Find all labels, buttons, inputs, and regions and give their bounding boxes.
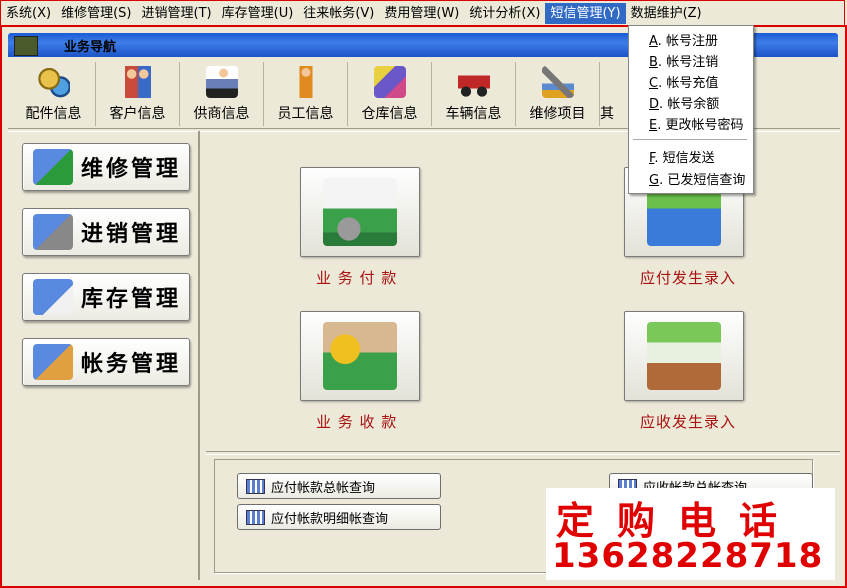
- nav-repair-management-button[interactable]: 维修管理: [22, 143, 190, 191]
- toolbar-label: 仓库信息: [361, 106, 418, 122]
- payable-detail-query-button[interactable]: 应付帐款明细帐查询: [237, 504, 441, 530]
- toolbar-label: 维修项目: [529, 106, 586, 122]
- worker-icon: [289, 66, 322, 98]
- nav-purchase-sales-button[interactable]: 进销管理: [22, 208, 190, 256]
- toolbar-label: 员工信息: [277, 106, 334, 122]
- business-payment-icon: [323, 178, 397, 246]
- menu-expenses[interactable]: 费用管理(W): [379, 3, 464, 24]
- toolbar-label: 客户信息: [109, 106, 166, 122]
- receivable-entry-label: 应收发生录入: [640, 413, 737, 431]
- gears-icon: [37, 66, 70, 98]
- nav-accounting-button[interactable]: 帐务管理: [22, 338, 190, 386]
- menu-item-sent-sms-query[interactable]: G. 已发短信查询: [649, 169, 745, 188]
- menu-item-account-cancel[interactable]: B. 帐号注销: [649, 51, 718, 70]
- toolbar-label: 供商信息: [193, 106, 250, 122]
- toolbar-warehouse-info-button[interactable]: 仓库信息: [348, 62, 432, 126]
- toolbar-vehicle-info-button[interactable]: 车辆信息: [432, 62, 516, 126]
- table-icon: [246, 478, 265, 494]
- nav-label: 进销管理: [81, 221, 182, 247]
- nav-label: 维修管理: [81, 156, 182, 182]
- menu-item-change-password[interactable]: E. 更改帐号密码: [649, 114, 744, 133]
- tools-icon: [541, 66, 574, 98]
- query-label: 应付帐款总帐查询: [271, 480, 376, 496]
- payable-entry-label: 应付发生录入: [640, 269, 737, 287]
- toolbar-customer-info-button[interactable]: 客户信息: [96, 62, 180, 126]
- business-payment-label: 业 务 付 款: [316, 269, 398, 287]
- menu-system[interactable]: 系统(X): [1, 3, 56, 24]
- menu-sms-management[interactable]: 短信管理(Y): [545, 2, 626, 24]
- menu-item-account-register[interactable]: A. 帐号注册: [649, 30, 718, 49]
- query-label: 应付帐款明细帐查询: [271, 511, 389, 527]
- order-phone-banner: 定购电话 13628228718: [546, 488, 835, 580]
- race-car-icon: [457, 66, 490, 98]
- menu-separator: [633, 139, 747, 140]
- business-receipt-tile[interactable]: [300, 311, 420, 401]
- toolbar-label: 配件信息: [25, 106, 82, 122]
- table-icon: [246, 509, 265, 525]
- nav-inventory-button[interactable]: 库存管理: [22, 273, 190, 321]
- business-payment-tile[interactable]: [300, 167, 420, 257]
- menu-accounts[interactable]: 往来帐务(V): [298, 3, 379, 24]
- menu-statistics[interactable]: 统计分析(X): [464, 3, 545, 24]
- menu-purchase-sales[interactable]: 进销管理(T): [137, 3, 217, 24]
- toolbar-supplier-info-button[interactable]: 供商信息: [180, 62, 264, 126]
- left-nav-panel: 维修管理 进销管理 库存管理 帐务管理: [8, 131, 200, 580]
- repair-icon: [33, 149, 73, 185]
- menu-item-account-balance[interactable]: D. 帐号余额: [649, 93, 719, 112]
- toolbar-employee-info-button[interactable]: 员工信息: [264, 62, 348, 126]
- menu-item-send-sms[interactable]: F. 短信发送: [649, 147, 715, 166]
- menu-bar: 系统(X) 维修管理(S) 进销管理(T) 库存管理(U) 往来帐务(V) 费用…: [0, 0, 845, 25]
- nav-label: 库存管理: [81, 286, 182, 312]
- main-divider: [206, 451, 840, 455]
- inventory-icon: [33, 279, 73, 315]
- toolbar-repair-items-button[interactable]: 维修项目: [516, 62, 600, 126]
- menu-inventory[interactable]: 库存管理(U): [217, 3, 299, 24]
- business-receipt-label: 业 务 收 款: [316, 413, 398, 431]
- order-phone-number: 13628228718: [552, 536, 824, 576]
- receivable-entry-icon: [647, 322, 721, 390]
- toolbar-label: 车辆信息: [445, 106, 502, 122]
- supplier-icon: [205, 66, 238, 98]
- payable-total-query-button[interactable]: 应付帐款总帐查询: [237, 473, 441, 499]
- menu-data-maintenance[interactable]: 数据维护(Z): [626, 3, 707, 24]
- toolbar-label: 其: [600, 106, 614, 122]
- toolbar-other-button[interactable]: 其: [600, 62, 620, 126]
- menu-repair-management[interactable]: 维修管理(S): [56, 3, 136, 24]
- warehouse-blocks-icon: [373, 66, 406, 98]
- window-app-icon: [14, 36, 38, 56]
- menu-item-account-recharge[interactable]: C. 帐号充值: [649, 72, 718, 91]
- accounting-icon: [33, 344, 73, 380]
- purchase-sales-icon: [33, 214, 73, 250]
- receivable-entry-tile[interactable]: [624, 311, 744, 401]
- toolbar-parts-info-button[interactable]: 配件信息: [12, 62, 96, 126]
- nav-label: 帐务管理: [81, 351, 182, 377]
- business-receipt-icon: [323, 322, 397, 390]
- sms-management-dropdown: A. 帐号注册 B. 帐号注销 C. 帐号充值 D. 帐号余额 E. 更改帐号密…: [628, 25, 754, 194]
- window-title: 业务导航: [64, 40, 117, 55]
- people-icon: [121, 66, 154, 98]
